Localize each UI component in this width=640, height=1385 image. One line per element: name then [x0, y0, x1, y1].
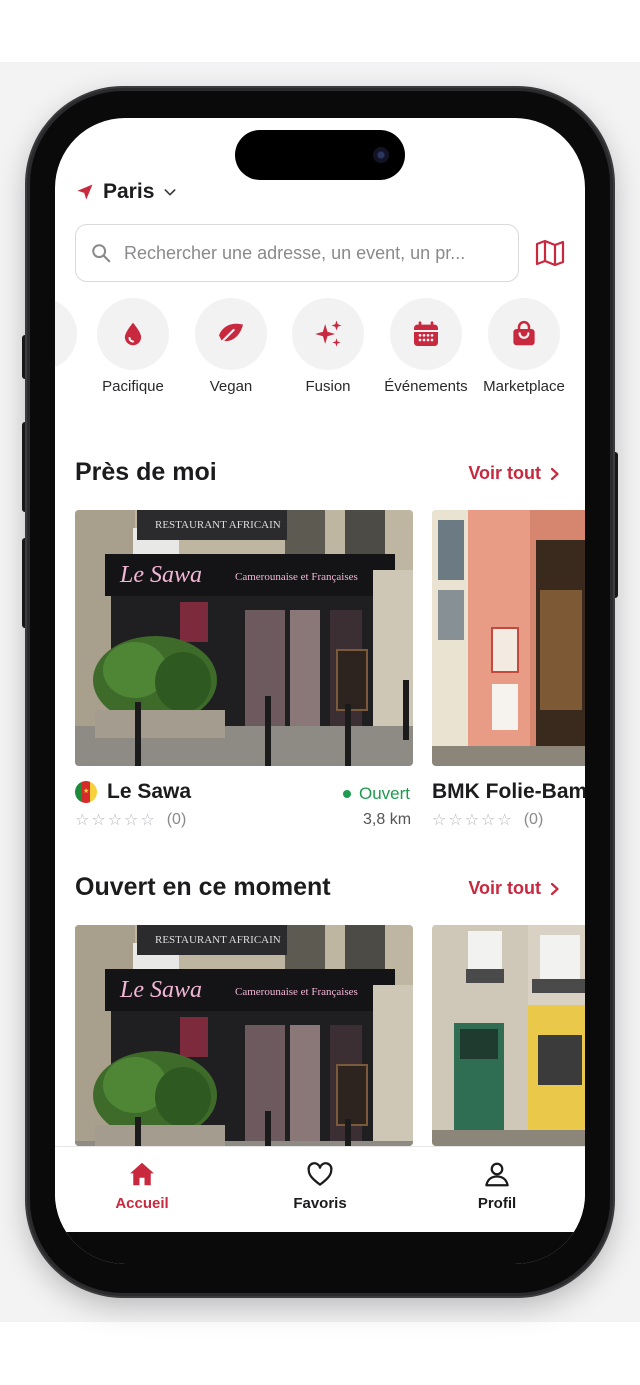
map-button[interactable]	[533, 236, 567, 270]
sign-sub-text: Camerounaise et Françaises	[235, 571, 358, 583]
navigation-arrow-icon	[77, 184, 93, 200]
map-icon	[535, 239, 565, 267]
rating-count: (0)	[523, 811, 544, 828]
tab-accueil[interactable]: Accueil	[82, 1159, 202, 1212]
category-vegan[interactable]: Vegan	[179, 298, 283, 395]
restaurant-name-row[interactable]: BMK Folie-Bam	[432, 780, 585, 804]
sign-name-text: Le Sawa	[119, 562, 202, 588]
storefront-illustration: RESTAURANT AFRICAIN Le Sawa Camerounaise…	[75, 510, 413, 766]
category-label: Marketplace	[483, 378, 565, 395]
category-label: Événements	[384, 378, 468, 395]
restaurant-photo-le-sawa[interactable]: RESTAURANT AFRICAIN Le Sawa Camerounaise…	[75, 510, 413, 766]
see-all-label: Voir tout	[468, 463, 541, 483]
user-icon	[485, 1162, 509, 1187]
restaurant-photo-second-open[interactable]	[432, 925, 585, 1146]
search-placeholder: Rechercher une adresse, un event, un pr.…	[124, 242, 466, 263]
leaf-icon	[217, 323, 243, 346]
phone-screen: Paris Rechercher une adresse, un event, …	[55, 118, 585, 1264]
search-icon	[92, 244, 111, 263]
cameroon-flag-icon: ★	[75, 781, 97, 803]
star-icon: ☆	[497, 812, 512, 829]
star-icon: ☆	[107, 812, 123, 829]
category-label: Vegan	[209, 378, 253, 395]
restaurant-name: Le Sawa	[107, 780, 192, 803]
open-status-dot	[343, 790, 351, 798]
bottom-tab-bar: Accueil Favoris Profil	[55, 1146, 585, 1234]
search-input[interactable]: Rechercher une adresse, un event, un pr.…	[75, 224, 519, 282]
restaurant-name: BMK Folie-Bam	[432, 780, 585, 803]
tab-label: Favoris	[293, 1195, 347, 1212]
sign-top-text: RESTAURANT AFRICAIN	[155, 934, 281, 946]
screen-bottom-bezel	[55, 1232, 585, 1264]
restaurant-photo-bmk[interactable]	[432, 510, 585, 766]
sparkles-icon	[315, 320, 342, 347]
chevron-right-icon	[550, 882, 559, 895]
heart-icon	[307, 1162, 333, 1186]
see-all-label: Voir tout	[468, 878, 541, 898]
category-marketplace[interactable]: Marketplace	[472, 298, 576, 395]
star-icon: ☆	[464, 812, 480, 829]
chevron-down-icon	[164, 189, 176, 196]
star-icon: ☆	[432, 812, 447, 829]
distance-label: 3,8 km	[363, 811, 412, 828]
star-icon: ☆	[75, 812, 90, 829]
shopping-bag-icon	[513, 320, 535, 346]
storefront-illustration: RESTAURANT AFRICAIN Le Sawa Camerounaise…	[75, 925, 413, 1146]
storefront-illustration	[432, 925, 585, 1146]
home-icon	[130, 1162, 154, 1186]
sign-sub-text: Camerounaise et Françaises	[235, 986, 358, 998]
open-status-label: Ouvert	[359, 784, 411, 803]
app-content: Paris Rechercher une adresse, un event, …	[55, 118, 585, 1264]
section-title-open-now: Ouvert en ce moment	[75, 873, 331, 901]
rating-stars: ☆ ☆ ☆ ☆ ☆ (0)	[75, 810, 186, 830]
category-evenements[interactable]: Événements	[374, 298, 478, 395]
category-carousel: Pacifique Vegan Fusion Événements Market…	[55, 298, 585, 418]
restaurant-name-row[interactable]: ★ Le Sawa	[75, 780, 191, 804]
tab-favoris[interactable]: Favoris	[260, 1159, 380, 1212]
see-all-open-now-link[interactable]: Voir tout	[468, 878, 561, 899]
location-city: Paris	[103, 180, 155, 203]
star-icon: ☆	[91, 812, 106, 829]
rating-stars: ☆ ☆ ☆ ☆ ☆ (0)	[432, 810, 543, 830]
star-icon: ☆	[124, 812, 139, 829]
droplet-icon	[124, 322, 142, 346]
star-icon: ☆	[448, 812, 463, 829]
category-label: Fusion	[305, 378, 351, 395]
category-pacifique[interactable]: Pacifique	[81, 298, 185, 395]
rating-count: (0)	[166, 811, 187, 828]
sign-name-text: Le Sawa	[119, 977, 202, 1003]
calendar-icon	[414, 321, 438, 346]
see-all-nearby-link[interactable]: Voir tout	[468, 463, 561, 484]
front-camera-icon	[373, 147, 389, 163]
category-label: Pacifique	[102, 378, 164, 395]
storefront-illustration	[432, 510, 585, 766]
section-title-nearby: Près de moi	[75, 458, 217, 486]
chevron-right-icon	[550, 467, 559, 480]
tab-label: Profil	[477, 1195, 517, 1212]
location-selector[interactable]: Paris	[75, 180, 178, 204]
dynamic-island	[235, 130, 405, 180]
category-partial-circle	[55, 298, 77, 370]
star-icon: ☆	[140, 812, 155, 829]
open-status: Ouvert	[343, 784, 410, 804]
restaurant-photo-le-sawa-open[interactable]: RESTAURANT AFRICAIN Le Sawa Camerounaise…	[75, 925, 413, 1146]
tab-profil[interactable]: Profil	[437, 1159, 557, 1212]
star-icon: ☆	[481, 812, 496, 829]
tab-label: Accueil	[115, 1195, 169, 1212]
category-fusion[interactable]: Fusion	[276, 298, 380, 395]
sign-top-text: RESTAURANT AFRICAIN	[155, 519, 281, 531]
